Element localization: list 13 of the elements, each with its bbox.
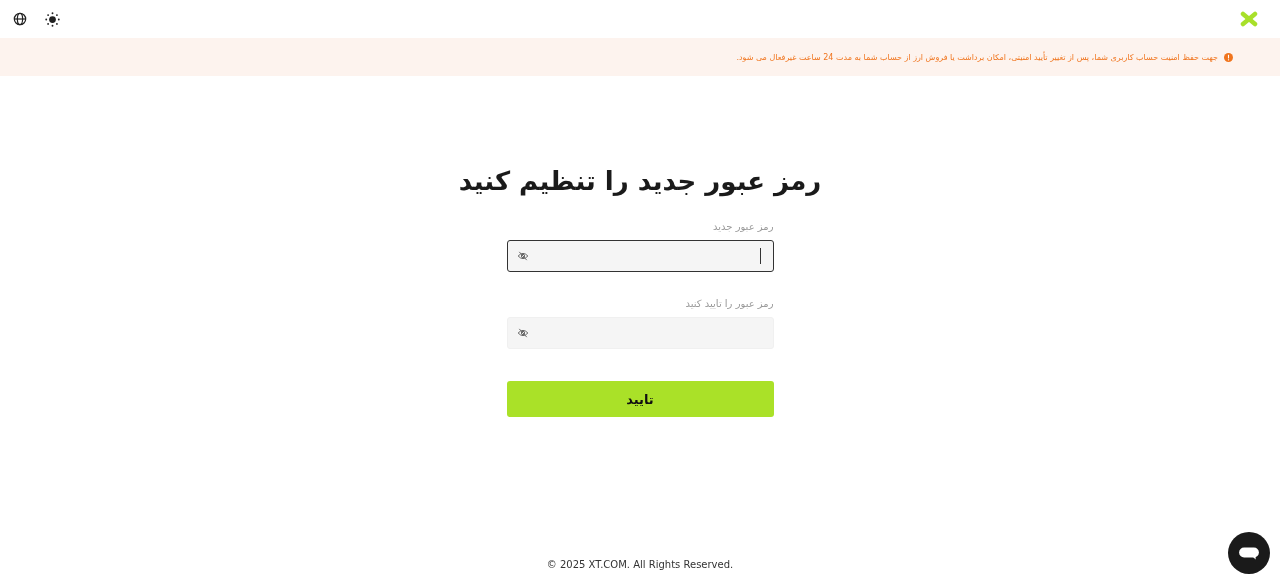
chat-button[interactable] — [1228, 532, 1270, 574]
submit-button[interactable]: تایید — [506, 381, 774, 417]
password-field[interactable] — [506, 240, 774, 272]
field-label: رمز عبور جدید — [712, 221, 774, 232]
field-label: رمز عبور را تایید کنید — [684, 298, 774, 309]
sun-icon[interactable] — [45, 11, 60, 27]
copyright-text: © 2025 XT.COM. All Rights Reserved. — [545, 559, 735, 572]
eye-slash-icon[interactable] — [516, 250, 529, 262]
notice-text: جهت حفظ امنیت حساب کاربری شما، پس از تغییر تأیید امنیتی، امکان برداشت یا فروش ارز از حساب شما به مدت 24 ساعت غیرفعال می شود. — [736, 52, 1218, 62]
globe-icon[interactable] — [13, 12, 27, 26]
page-title: رمز عبور جدید را تنظیم کنید — [457, 166, 823, 196]
eye-slash-icon[interactable] — [516, 327, 529, 339]
warning-icon — [1224, 52, 1233, 62]
